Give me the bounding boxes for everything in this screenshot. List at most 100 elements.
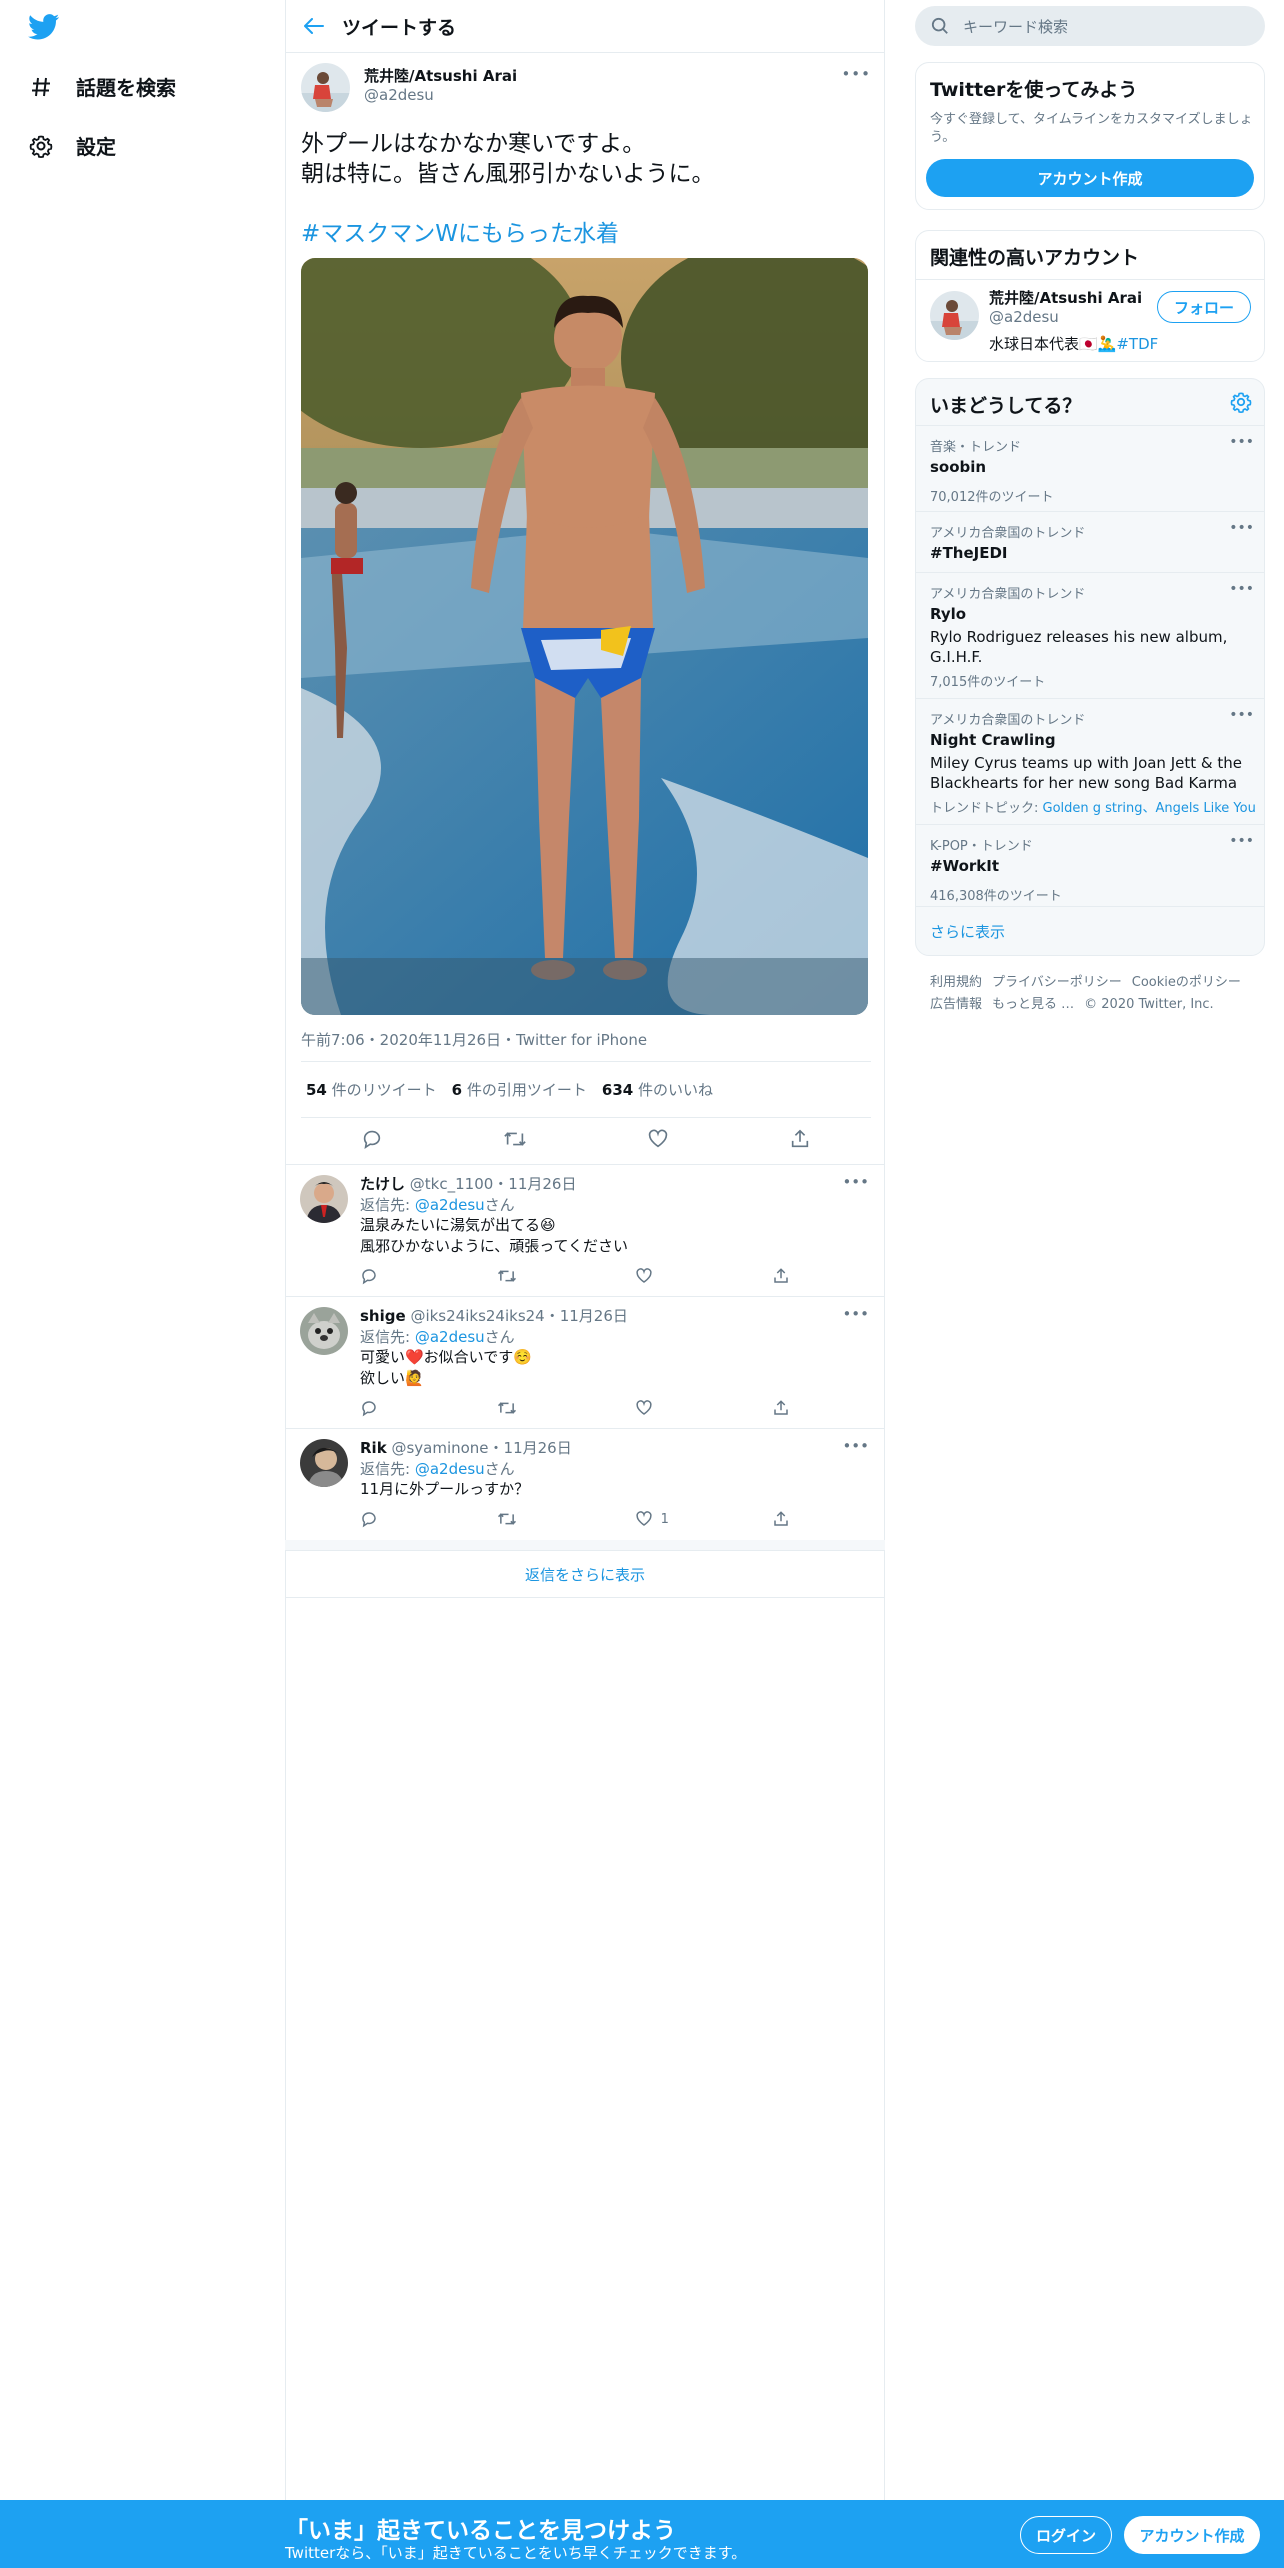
trend-count: 70,012件のツイート — [930, 490, 1054, 505]
like-icon[interactable] — [635, 1399, 695, 1417]
reply-author-handle[interactable]: @iks24iks24iks24・11月26日 — [410, 1307, 627, 1325]
like-icon[interactable] — [647, 1128, 669, 1154]
reply-to-link[interactable]: @a2desu — [415, 1460, 485, 1478]
avatar[interactable] — [300, 1439, 348, 1487]
quote-count[interactable]: 6 件の引用ツイート — [452, 1079, 587, 1100]
share-icon[interactable] — [772, 1510, 790, 1528]
reply-tweet[interactable]: Rik @syaminone・11月26日 返信先: @a2desuさん 11月… — [285, 1428, 885, 1540]
signup-card: Twitterを使ってみよう 今すぐ登録して、タイムラインをカスタマイズしましょ… — [915, 62, 1265, 210]
more-options-icon[interactable]: ••• — [1229, 581, 1254, 597]
more-options-icon[interactable]: ••• — [842, 1437, 869, 1455]
more-options-icon[interactable]: ••• — [1229, 707, 1254, 723]
footer-link[interactable]: プライバシーポリシー — [992, 975, 1122, 990]
login-button[interactable]: ログイン — [1020, 2516, 1112, 2554]
trend-item[interactable]: K-POP・トレンド #WorkIt 416,308件のツイート ••• — [916, 824, 1264, 906]
more-options-icon[interactable]: ••• — [1229, 434, 1254, 450]
more-options-icon[interactable]: ••• — [841, 65, 871, 83]
trend-name: soobin — [930, 458, 987, 476]
reply-tweet[interactable]: shige @iks24iks24iks24・11月26日 返信先: @a2de… — [285, 1296, 885, 1428]
divider — [916, 279, 1264, 280]
hashtag-link[interactable]: #マスクマンWにもらった水着 — [301, 219, 871, 249]
reply-author-handle[interactable]: @syaminone・11月26日 — [391, 1439, 571, 1457]
avatar[interactable] — [300, 1175, 348, 1223]
like-icon[interactable] — [635, 1267, 695, 1285]
search-input[interactable]: キーワード検索 — [915, 6, 1265, 46]
like-icon[interactable]: 1 — [635, 1510, 695, 1528]
page: 話題を検索 設定 ツイートする 荒井陸/Atsushi Arai @a2desu… — [0, 0, 1284, 2568]
reply-actions: 1 — [360, 1509, 790, 1529]
avatar[interactable] — [301, 63, 350, 112]
reply-icon[interactable] — [360, 1510, 420, 1528]
reply-header: たけし @tkc_1100・11月26日 — [360, 1173, 576, 1194]
trend-item[interactable]: 音楽・トレンド soobin 70,012件のツイート ••• — [916, 425, 1264, 511]
retweet-icon[interactable] — [497, 1399, 557, 1417]
reply-text: 11月に外プールっすか？ — [360, 1480, 530, 1498]
signup-text-line: 今すぐ登録して、タイムラインをカスタマイズしましょ — [930, 112, 1253, 127]
like-count-label: 件のいいね — [638, 1081, 714, 1099]
signup-title: Twitterを使ってみよう — [930, 79, 1138, 101]
reply-icon[interactable] — [360, 1399, 420, 1417]
follow-button[interactable]: フォロー — [1157, 291, 1251, 323]
author-name[interactable]: 荒井陸/Atsushi Arai — [364, 65, 517, 86]
tweet-photo[interactable] — [301, 258, 868, 1015]
reply-tweet[interactable]: たけし @tkc_1100・11月26日 返信先: @a2desuさん 温泉みた… — [285, 1164, 885, 1296]
retweet-count-label: 件のリツイート — [331, 1081, 437, 1099]
trend-item[interactable]: アメリカ合衆国のトレンド Rylo Rylo Rodriguez release… — [916, 572, 1264, 698]
more-options-icon[interactable]: ••• — [842, 1173, 869, 1191]
more-options-icon[interactable]: ••• — [842, 1305, 869, 1323]
tweet-timestamp[interactable]: 午前7:06・2020年11月26日・Twitter for iPhone — [301, 1029, 647, 1050]
reply-author-name[interactable]: たけし — [360, 1175, 405, 1193]
like-count[interactable]: 634 件のいいね — [602, 1079, 713, 1100]
reply-to-link[interactable]: @a2desu — [415, 1196, 485, 1214]
more-options-icon[interactable]: ••• — [1229, 833, 1254, 849]
reply-author-name[interactable]: shige — [360, 1307, 406, 1325]
share-icon[interactable] — [789, 1128, 811, 1154]
related-account-handle[interactable]: @a2desu — [989, 308, 1059, 326]
reply-to-link[interactable]: @a2desu — [415, 1328, 485, 1346]
reply-actions — [360, 1398, 790, 1418]
gear-icon — [28, 133, 54, 159]
reply-icon[interactable] — [360, 1267, 420, 1285]
trend-description-line: Rylo Rodriguez releases his new album, — [930, 628, 1228, 646]
twitter-logo-icon[interactable] — [28, 14, 60, 40]
related-account-bio: 水球日本代表🇯🇵🤽‍♂️#TDF — [989, 333, 1158, 354]
avatar[interactable] — [930, 291, 979, 340]
search-icon — [931, 17, 948, 34]
author-handle[interactable]: @a2desu — [364, 86, 434, 104]
banner-title: 「いま」起きていることを見つけよう — [285, 2518, 676, 2544]
reply-text: 風邪ひかないように、頑張ってください — [360, 1237, 629, 1255]
more-options-icon[interactable]: ••• — [1229, 520, 1254, 536]
related-account-bio-tag[interactable]: #TDF — [1116, 335, 1158, 353]
nav-item-settings[interactable]: 設定 — [28, 131, 116, 160]
create-account-button[interactable]: アカウント作成 — [1124, 2516, 1260, 2554]
trend-topics-links[interactable]: Golden g string、Angels Like You — [1043, 801, 1256, 816]
retweet-icon[interactable] — [503, 1128, 527, 1154]
nav-item-explore[interactable]: 話題を検索 — [28, 72, 176, 101]
footer-link[interactable]: Cookieのポリシー — [1132, 975, 1241, 990]
trends-show-more-link[interactable]: さらに表示 — [916, 906, 1264, 954]
share-icon[interactable] — [772, 1399, 790, 1417]
gear-icon[interactable] — [1230, 391, 1252, 417]
related-account-name[interactable]: 荒井陸/Atsushi Arai — [989, 287, 1142, 308]
footer-link[interactable]: もっと見る … — [992, 997, 1074, 1012]
create-account-button[interactable]: アカウント作成 — [926, 159, 1254, 197]
avatar[interactable] — [300, 1307, 348, 1355]
retweet-icon[interactable] — [497, 1510, 557, 1528]
reply-author-name[interactable]: Rik — [360, 1439, 387, 1457]
retweet-count[interactable]: 54 件のリツイート — [306, 1079, 437, 1100]
reply-header: Rik @syaminone・11月26日 — [360, 1437, 572, 1458]
reply-author-handle[interactable]: @tkc_1100・11月26日 — [410, 1175, 577, 1193]
footer-link[interactable]: 利用規約 — [930, 975, 982, 990]
share-icon[interactable] — [772, 1267, 790, 1285]
reply-icon[interactable] — [361, 1128, 383, 1154]
trend-description: Miley Cyrus teams up with Joan Jett & th… — [930, 753, 1250, 793]
related-title: 関連性の高いアカウント — [930, 247, 1140, 269]
section-divider — [285, 1540, 885, 1550]
trend-item[interactable]: アメリカ合衆国のトレンド Night Crawling Miley Cyrus … — [916, 698, 1264, 824]
trend-item[interactable]: アメリカ合衆国のトレンド #TheJEDI ••• — [916, 511, 1264, 572]
like-count-value: 634 — [601, 1081, 634, 1099]
retweet-icon[interactable] — [497, 1267, 557, 1285]
show-more-replies-link[interactable]: 返信をさらに表示 — [285, 1550, 885, 1598]
footer-link[interactable]: 広告情報 — [930, 997, 982, 1012]
back-button[interactable] — [286, 0, 342, 53]
